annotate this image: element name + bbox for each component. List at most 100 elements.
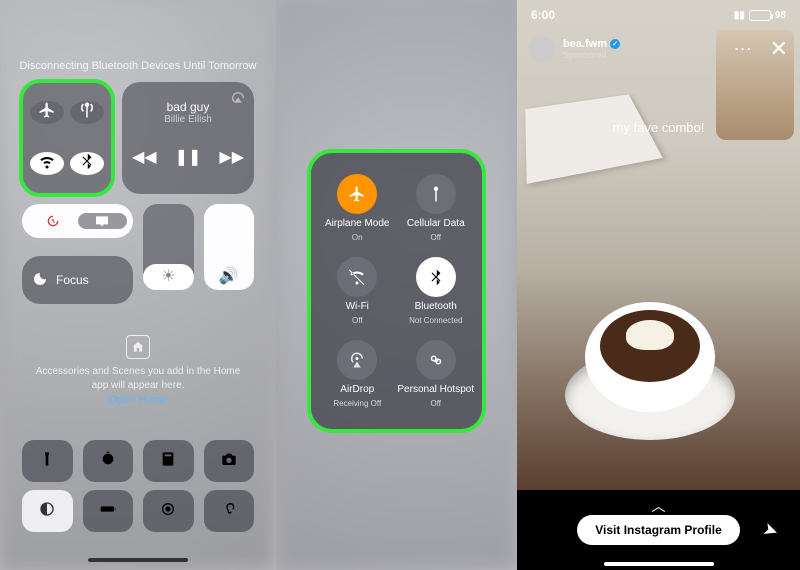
- camera-icon: [221, 451, 237, 472]
- antenna-icon: [78, 101, 96, 124]
- home-icon: [126, 335, 150, 359]
- story-bottom-bar: ︿ Visit Instagram Profile ➤: [517, 490, 800, 570]
- home-indicator[interactable]: [88, 558, 188, 562]
- wifi-label: Wi-Fi: [346, 301, 369, 312]
- media-controls: ◀◀ ❚❚ ▶▶: [132, 147, 244, 167]
- verified-badge-icon: ✓: [610, 39, 620, 49]
- story-header: bea.fwm ✓ Sponsored ⋯ ✕: [517, 36, 800, 62]
- calculator-button[interactable]: [143, 440, 194, 482]
- rotation-lock-tile[interactable]: [22, 204, 133, 238]
- photo-book: [525, 94, 663, 184]
- camera-button[interactable]: [204, 440, 255, 482]
- forward-icon[interactable]: ▶▶: [219, 147, 244, 167]
- instagram-story-panel: 6:00 ▮▮ 98 bea.fwm ✓ Sponsored ⋯ ✕ my fa…: [517, 0, 800, 570]
- airplane-label: Airplane Mode: [325, 218, 389, 229]
- shortcut-row-2: [22, 490, 254, 532]
- track-title: bad guy: [167, 100, 210, 114]
- wifi-off-icon: [337, 257, 377, 297]
- home-indicator[interactable]: [604, 562, 714, 566]
- more-icon[interactable]: ⋯: [734, 39, 752, 60]
- battery-percent: 98: [775, 10, 786, 21]
- story-caption: my fave combo!: [517, 120, 800, 135]
- story-photo[interactable]: [517, 0, 800, 490]
- control-center-panel: Disconnecting Bluetooth Devices Until To…: [0, 0, 276, 570]
- darkmode-button[interactable]: [22, 490, 73, 532]
- dark-mode-icon: [39, 501, 55, 522]
- bluetooth-status: Not Connected: [409, 316, 462, 325]
- pause-icon[interactable]: ❚❚: [175, 147, 202, 167]
- cellular-toggle[interactable]: [70, 101, 104, 124]
- hotspot-icon: [416, 340, 456, 380]
- timer-button[interactable]: [83, 440, 134, 482]
- track-artist: Billie Eilish: [164, 114, 212, 125]
- visit-profile-button[interactable]: Visit Instagram Profile: [577, 515, 740, 545]
- antenna-icon: [416, 174, 456, 214]
- close-icon[interactable]: ✕: [770, 36, 788, 62]
- hotspot-status: Off: [430, 399, 441, 408]
- bluetooth-icon: [416, 257, 456, 297]
- status-message: Disconnecting Bluetooth Devices Until To…: [0, 60, 276, 72]
- home-section: Accessories and Scenes you add in the Ho…: [30, 335, 246, 408]
- airplane-item[interactable]: Airplane Mode On: [318, 166, 397, 249]
- focus-tile[interactable]: Focus: [22, 256, 133, 304]
- wifi-status: Off: [352, 316, 363, 325]
- cellular-label: Cellular Data: [407, 218, 465, 229]
- flashlight-icon: [39, 451, 55, 472]
- cellular-item[interactable]: Cellular Data Off: [397, 166, 476, 249]
- bluetooth-toggle[interactable]: [70, 152, 104, 175]
- airplane-status: On: [352, 233, 363, 242]
- airplane-icon: [38, 101, 56, 124]
- open-home-link[interactable]: Open Home: [30, 393, 246, 408]
- bluetooth-label: Bluetooth: [415, 301, 457, 312]
- focus-row: Focus: [22, 256, 254, 308]
- top-tile-grid: bad guy Billie Eilish ◀◀ ❚❚ ▶▶: [22, 82, 254, 194]
- hearing-button[interactable]: [204, 490, 255, 532]
- airdrop-status: Receiving Off: [333, 399, 381, 408]
- rewind-icon[interactable]: ◀◀: [132, 147, 157, 167]
- username-text: bea.fwm: [563, 38, 607, 50]
- battery-icon: [100, 501, 116, 522]
- focus-label: Focus: [56, 273, 89, 287]
- battery-icon: [749, 10, 771, 21]
- hotspot-item[interactable]: Personal Hotspot Off: [397, 333, 476, 416]
- rotation-lock-icon: [28, 213, 78, 229]
- bluetooth-item[interactable]: Bluetooth Not Connected: [397, 249, 476, 332]
- wifi-toggle[interactable]: [30, 152, 64, 175]
- home-text: Accessories and Scenes you add in the Ho…: [30, 365, 246, 393]
- screen-record-button[interactable]: [143, 490, 194, 532]
- moon-icon: [32, 271, 48, 290]
- connectivity-card: Airplane Mode On Cellular Data Off Wi-Fi…: [310, 152, 483, 430]
- airdrop-label: AirDrop: [340, 384, 374, 395]
- connectivity-tile[interactable]: [22, 82, 112, 194]
- username[interactable]: bea.fwm ✓: [563, 38, 620, 50]
- flashlight-button[interactable]: [22, 440, 73, 482]
- airdrop-icon: [337, 340, 377, 380]
- mid-tile-row: ☀ 🔊: [22, 204, 254, 246]
- signal-icon: ▮▮: [734, 10, 745, 21]
- photo-cup: [565, 270, 735, 440]
- wifi-item[interactable]: Wi-Fi Off: [318, 249, 397, 332]
- ear-icon: [221, 501, 237, 522]
- calculator-icon: [160, 451, 176, 472]
- bluetooth-icon: [78, 152, 96, 175]
- wifi-icon: [38, 152, 56, 175]
- connectivity-expanded-panel: Airplane Mode On Cellular Data Off Wi-Fi…: [276, 0, 517, 570]
- timer-icon: [100, 451, 116, 472]
- clock: 6:00: [531, 8, 555, 22]
- airplane-icon: [337, 174, 377, 214]
- screen-mirroring-icon[interactable]: [78, 213, 128, 229]
- shortcut-row-1: [22, 440, 254, 482]
- lowpower-button[interactable]: [83, 490, 134, 532]
- chevron-up-icon[interactable]: ︿: [652, 496, 666, 516]
- status-bar: 6:00 ▮▮ 98: [517, 0, 800, 30]
- airplane-toggle[interactable]: [30, 101, 64, 124]
- send-icon[interactable]: ➤: [760, 518, 781, 543]
- now-playing-tile[interactable]: bad guy Billie Eilish ◀◀ ❚❚ ▶▶: [122, 82, 254, 194]
- record-icon: [160, 501, 176, 522]
- cellular-status: Off: [430, 233, 441, 242]
- sponsored-label: Sponsored: [563, 50, 620, 60]
- airplay-icon[interactable]: [230, 90, 246, 111]
- airdrop-item[interactable]: AirDrop Receiving Off: [318, 333, 397, 416]
- hotspot-label: Personal Hotspot: [397, 384, 474, 395]
- avatar[interactable]: [529, 36, 555, 62]
